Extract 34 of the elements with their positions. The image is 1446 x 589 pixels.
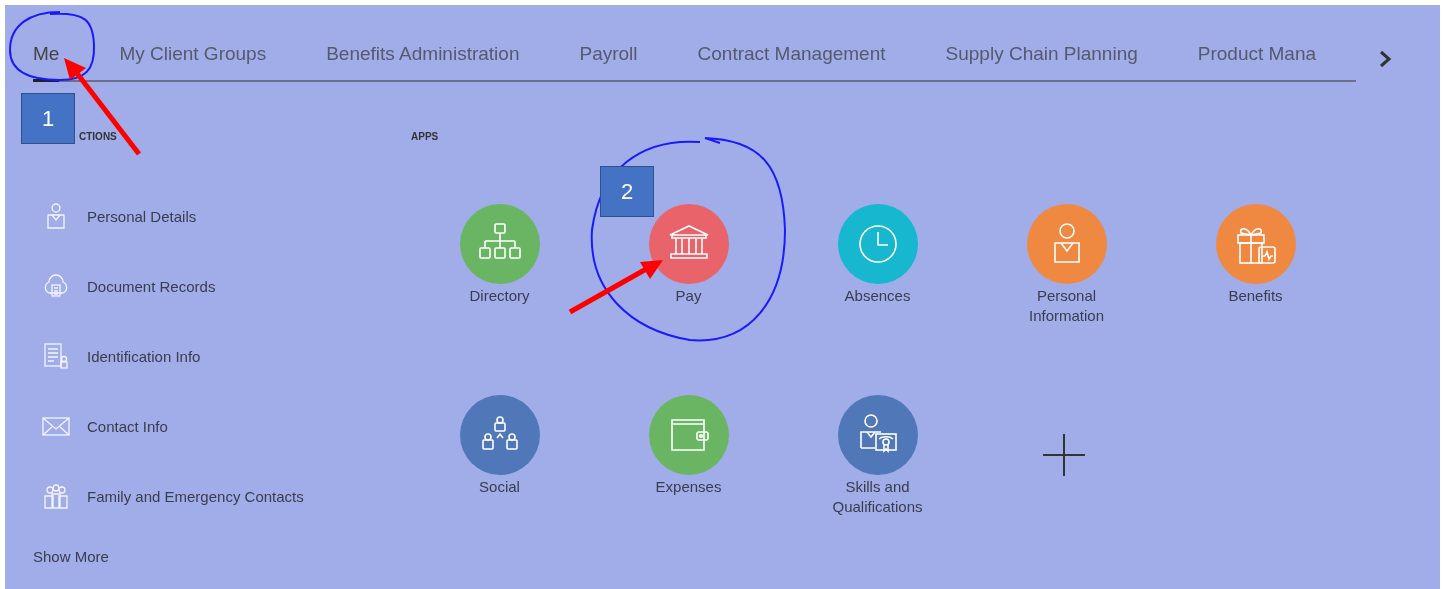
quick-action-label: Identification Info bbox=[87, 347, 201, 365]
tab[interactable]: Contract Management bbox=[697, 43, 886, 82]
section-heading: APPS bbox=[410, 131, 440, 143]
quick-action-link[interactable]: Identification Info bbox=[5, 321, 405, 391]
quick-action-link[interactable]: Family and Emergency Contacts bbox=[5, 461, 405, 531]
family-icon bbox=[41, 481, 71, 511]
show-more-link[interactable]: Show More bbox=[33, 548, 109, 565]
chevron-right-icon[interactable] bbox=[1378, 50, 1392, 68]
tab[interactable]: Payroll bbox=[579, 43, 638, 82]
quick-action-link[interactable]: Document Records bbox=[5, 251, 405, 321]
quick-action-link[interactable]: Contact Info bbox=[5, 391, 405, 461]
tab[interactable]: Benefits Administration bbox=[326, 43, 520, 82]
section-heading: CTIONS bbox=[78, 131, 118, 143]
app-label: Expenses bbox=[654, 477, 723, 497]
app-label: Personal Information bbox=[1027, 286, 1105, 326]
tab[interactable]: Supply Chain Planning bbox=[945, 43, 1138, 82]
app-label: Benefits bbox=[1227, 286, 1284, 306]
quick-action-label: Document Records bbox=[87, 277, 216, 295]
quick-action-link[interactable]: Personal Details bbox=[5, 181, 405, 251]
tab[interactable]: Product Mana bbox=[1197, 43, 1317, 82]
plus-icon[interactable] bbox=[1042, 434, 1085, 476]
app-label: Absences bbox=[843, 286, 912, 306]
app-label: Skills and Qualifications bbox=[831, 477, 924, 517]
quick-action-label: Contact Info bbox=[87, 417, 168, 435]
app-label: Pay bbox=[674, 286, 703, 306]
app-label: Directory bbox=[468, 286, 531, 306]
quick-action-label: Family and Emergency Contacts bbox=[87, 487, 304, 505]
id-document-icon bbox=[41, 341, 71, 371]
step-marker: 2 bbox=[600, 166, 654, 217]
tab[interactable]: My Client Groups bbox=[119, 43, 267, 82]
app-label: Social bbox=[478, 477, 521, 497]
step-marker: 1 bbox=[21, 93, 75, 144]
quick-action-label: Personal Details bbox=[87, 207, 197, 225]
tab[interactable]: Me bbox=[33, 43, 60, 82]
